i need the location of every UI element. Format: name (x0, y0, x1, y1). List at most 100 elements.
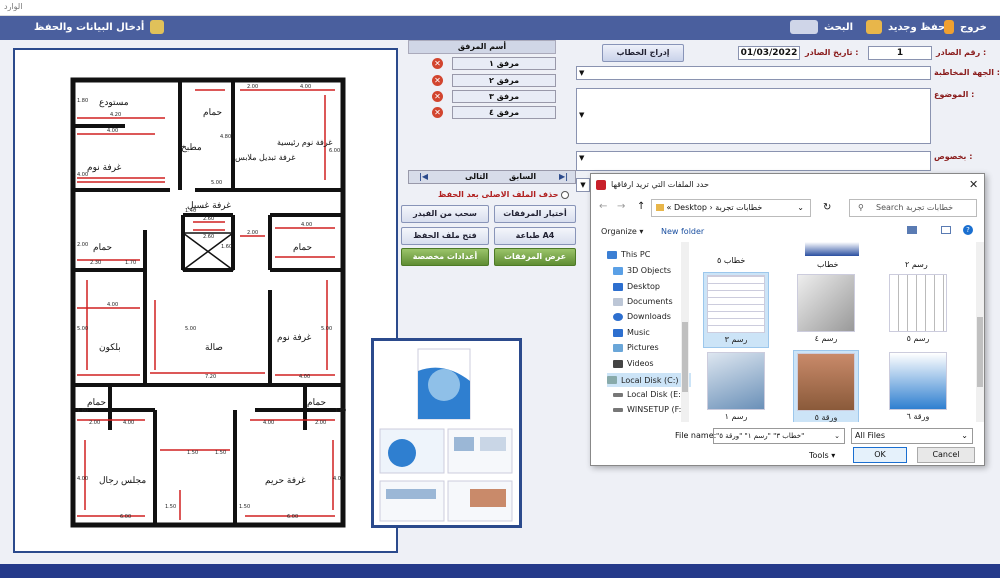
tree-item-documents[interactable]: Documents (613, 297, 673, 306)
party-select[interactable]: ▼ (576, 66, 931, 80)
scan-feeder-button[interactable]: سحب من الفيدر (401, 205, 489, 223)
save-new-label: حفظ وجديد (888, 21, 946, 33)
room-label: غرفة نوم رئيسية (277, 138, 332, 147)
extra-select[interactable]: ▼ (576, 178, 590, 192)
data-entry-label: أدخال البيانات والحفظ (34, 21, 145, 33)
exit-label: خروج (960, 21, 987, 33)
chevron-down-icon[interactable]: ⌄ (797, 200, 804, 216)
dimension-label: 1.50 (215, 450, 226, 456)
close-icon[interactable]: ✕ (969, 174, 978, 196)
dialog-title: حدد الملفات التي تريد ارفاقها (611, 180, 709, 189)
help-icon[interactable]: ? (963, 225, 973, 235)
file-label[interactable]: خطاب (817, 260, 838, 269)
chevron-down-icon[interactable]: ⌄ (961, 429, 968, 443)
custom-settings-button[interactable]: أعدادات مخصصة (401, 248, 489, 266)
address-segment[interactable]: Desktop (674, 203, 707, 212)
tree-scrollbar[interactable] (681, 242, 689, 422)
ok-button[interactable]: OK (853, 447, 907, 463)
file-type-filter[interactable]: All Files ⌄ (851, 428, 973, 444)
file-item[interactable]: رسم ١ (703, 350, 769, 422)
filename-input[interactable]: "خطاب ٣" "رسم ١" "ورقة ٥" ⌄ (713, 428, 845, 444)
file-label[interactable]: خطاب ٥ (717, 256, 745, 265)
tree-item-desktop[interactable]: Desktop (613, 282, 660, 291)
up-arrow-icon[interactable]: ↑ (637, 201, 645, 212)
scroll-thumb[interactable] (977, 317, 983, 387)
tree-item-pictures[interactable]: Pictures (613, 343, 659, 352)
chevron-down-icon[interactable]: ⌄ (834, 429, 840, 443)
attachment-item[interactable]: مرفق ٢ (452, 74, 556, 87)
cancel-button[interactable]: Cancel (917, 447, 975, 463)
choose-attachments-button[interactable]: أختيار المرفقات (494, 205, 576, 223)
first-record-icon[interactable]: |◀ (419, 171, 428, 183)
delete-attachment-icon[interactable]: ✕ (432, 107, 443, 118)
tree-label: Downloads (627, 312, 671, 321)
delete-original-option[interactable]: حذف الملف الاصلى بعد الحفظ (438, 190, 570, 199)
subject-label: الموضوع : (934, 90, 975, 99)
next-button[interactable]: التالى (465, 171, 488, 183)
refresh-icon[interactable]: ↻ (823, 202, 831, 213)
prev-button[interactable]: السابق (509, 171, 536, 183)
file-label[interactable]: رسم ٢ (905, 260, 928, 269)
scroll-thumb[interactable] (682, 322, 688, 392)
desktop-icon (613, 282, 623, 291)
new-folder-button[interactable]: New folder (661, 227, 704, 236)
data-entry-button[interactable]: أدخال البيانات والحفظ (34, 20, 165, 34)
forward-arrow-icon[interactable]: → (617, 201, 625, 212)
tree-item-winsetup[interactable]: WINSETUP (F:) (613, 405, 684, 414)
file-item[interactable]: ورقة ٥ (793, 350, 859, 422)
address-bar[interactable]: « Desktop › خطابات تجربة ⌄ (651, 199, 811, 217)
number-field[interactable]: 1 (868, 46, 932, 60)
save-new-button[interactable]: حفظ وجديد (866, 20, 945, 34)
preview-pane-icon[interactable] (941, 226, 951, 234)
party-label: الجهة المخاطبة : (934, 68, 1000, 77)
open-save-folder-button[interactable]: فتح ملف الحفظ (401, 227, 489, 245)
dimension-label: 1.80 (335, 408, 346, 414)
regarding-select[interactable]: ▼ (576, 151, 931, 171)
tree-item-this-pc[interactable]: This PC (607, 250, 650, 259)
search-field[interactable]: ⚲ Search خطابات تجربة (849, 199, 977, 217)
delete-attachment-icon[interactable]: ✕ (432, 91, 443, 102)
date-field[interactable]: 01/03/2022 (738, 46, 800, 60)
organize-button[interactable]: Organize ▾ (601, 227, 643, 236)
insert-letter-button[interactable]: إدراج الخطاب (602, 44, 684, 62)
search-button[interactable]: البحث (790, 20, 853, 34)
room-label: مستودع (99, 98, 129, 108)
delete-original-radio[interactable] (561, 190, 570, 199)
file-item[interactable]: رسم ٤ (793, 272, 859, 348)
file-item[interactable]: ورقة ٦ (885, 350, 951, 422)
tools-label: Tools (809, 451, 829, 460)
room-label: غرفة نوم (87, 163, 122, 173)
tree-item-videos[interactable]: Videos (613, 359, 654, 368)
show-attachments-button[interactable]: عرض المرفقات (494, 248, 576, 266)
dimension-label: 1.60 (221, 244, 232, 250)
back-arrow-icon[interactable]: ← (599, 201, 607, 212)
dimension-label: 7.20 (205, 374, 216, 380)
tree-item-downloads[interactable]: Downloads (613, 312, 671, 321)
tree-item-music[interactable]: Music (613, 328, 650, 337)
cube-icon (613, 266, 623, 275)
exit-button[interactable]: خروج (944, 20, 987, 34)
print-a4-button[interactable]: طباعة A4 (494, 227, 576, 245)
address-segment[interactable]: خطابات تجربة (715, 203, 762, 212)
last-record-icon[interactable]: ▶| (559, 171, 568, 183)
attachment-item[interactable]: مرفق ٤ (452, 106, 556, 119)
file-label: رسم ١ (724, 412, 748, 421)
tree-item-local-disk-c[interactable]: Local Disk (C:) (607, 373, 691, 387)
files-scrollbar[interactable] (976, 242, 984, 422)
tree-item-local-disk-e[interactable]: Local Disk (E:) (613, 390, 684, 399)
attachment-item[interactable]: مرفق ١ (452, 57, 556, 70)
delete-attachment-icon[interactable]: ✕ (432, 75, 443, 86)
dimension-label: 1.40 (185, 208, 196, 214)
subject-select[interactable]: ▼ (576, 88, 931, 144)
window-title: الوارد (4, 2, 23, 11)
attachment-item[interactable]: مرفق ٣ (452, 90, 556, 103)
tools-button[interactable]: Tools ▾ (809, 451, 835, 460)
dimension-label: 4.00 (299, 374, 310, 380)
view-options-icon[interactable] (907, 226, 917, 234)
dimension-label: 5.00 (211, 180, 222, 186)
tree-item-3d-objects[interactable]: 3D Objects (613, 266, 671, 275)
brochure-thumbnail (889, 352, 947, 410)
file-item[interactable]: رسم ٥ (885, 272, 951, 348)
delete-attachment-icon[interactable]: ✕ (432, 58, 443, 69)
file-item[interactable]: رسم ٣ (703, 272, 769, 348)
